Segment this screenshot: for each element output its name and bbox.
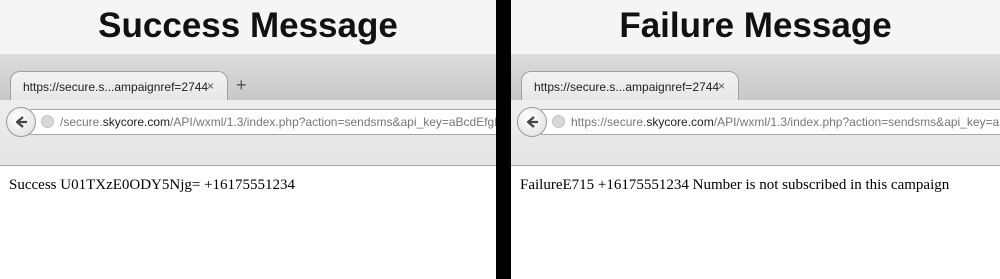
page-content: Success U01TXzE0ODY5Njg= +16175551234 (0, 166, 496, 279)
close-icon[interactable]: × (207, 79, 214, 93)
nav-bar: /secure.skycore.com/API/wxml/1.3/index.p… (0, 100, 496, 165)
page-content: FailureE715 +16175551234 Number is not s… (511, 166, 1000, 279)
browser-chrome: https://secure.s...ampaignref=2744 × htt… (511, 54, 1000, 166)
globe-icon (552, 115, 565, 128)
new-tab-button[interactable]: + (236, 75, 247, 95)
close-icon[interactable]: × (718, 79, 725, 93)
tab-strip: https://secure.s...ampaignref=2744 × + (0, 54, 496, 101)
success-response-text: Success U01TXzE0ODY5Njg= +16175551234 (9, 177, 296, 193)
success-heading: Success Message (0, 0, 496, 55)
address-bar[interactable]: https://secure.skycore.com/API/wxml/1.3/… (541, 109, 1000, 135)
browser-chrome: https://secure.s...ampaignref=2744 × + /… (0, 54, 496, 166)
globe-icon (41, 115, 54, 128)
failure-response-text: FailureE715 +16175551234 Number is not s… (520, 177, 950, 193)
back-arrow-icon[interactable] (6, 107, 36, 137)
browser-tab[interactable]: https://secure.s...ampaignref=2744 × (10, 71, 228, 101)
failure-heading: Failure Message (511, 0, 1000, 55)
url-text: /secure.skycore.com/API/wxml/1.3/index.p… (60, 115, 496, 129)
failure-panel: Failure Message https://secure.s...ampai… (511, 0, 1000, 279)
nav-bar: https://secure.skycore.com/API/wxml/1.3/… (511, 100, 1000, 165)
browser-tab[interactable]: https://secure.s...ampaignref=2744 × (521, 71, 739, 101)
success-panel: Success Message https://secure.s...ampai… (0, 0, 496, 279)
back-arrow-icon[interactable] (517, 107, 547, 137)
address-bar[interactable]: /secure.skycore.com/API/wxml/1.3/index.p… (30, 109, 496, 135)
tab-title: https://secure.s...ampaignref=2744 (23, 80, 209, 94)
url-text: https://secure.skycore.com/API/wxml/1.3/… (571, 115, 1000, 129)
tab-strip: https://secure.s...ampaignref=2744 × (511, 54, 1000, 101)
panel-divider (496, 0, 511, 279)
tab-title: https://secure.s...ampaignref=2744 (534, 80, 720, 94)
